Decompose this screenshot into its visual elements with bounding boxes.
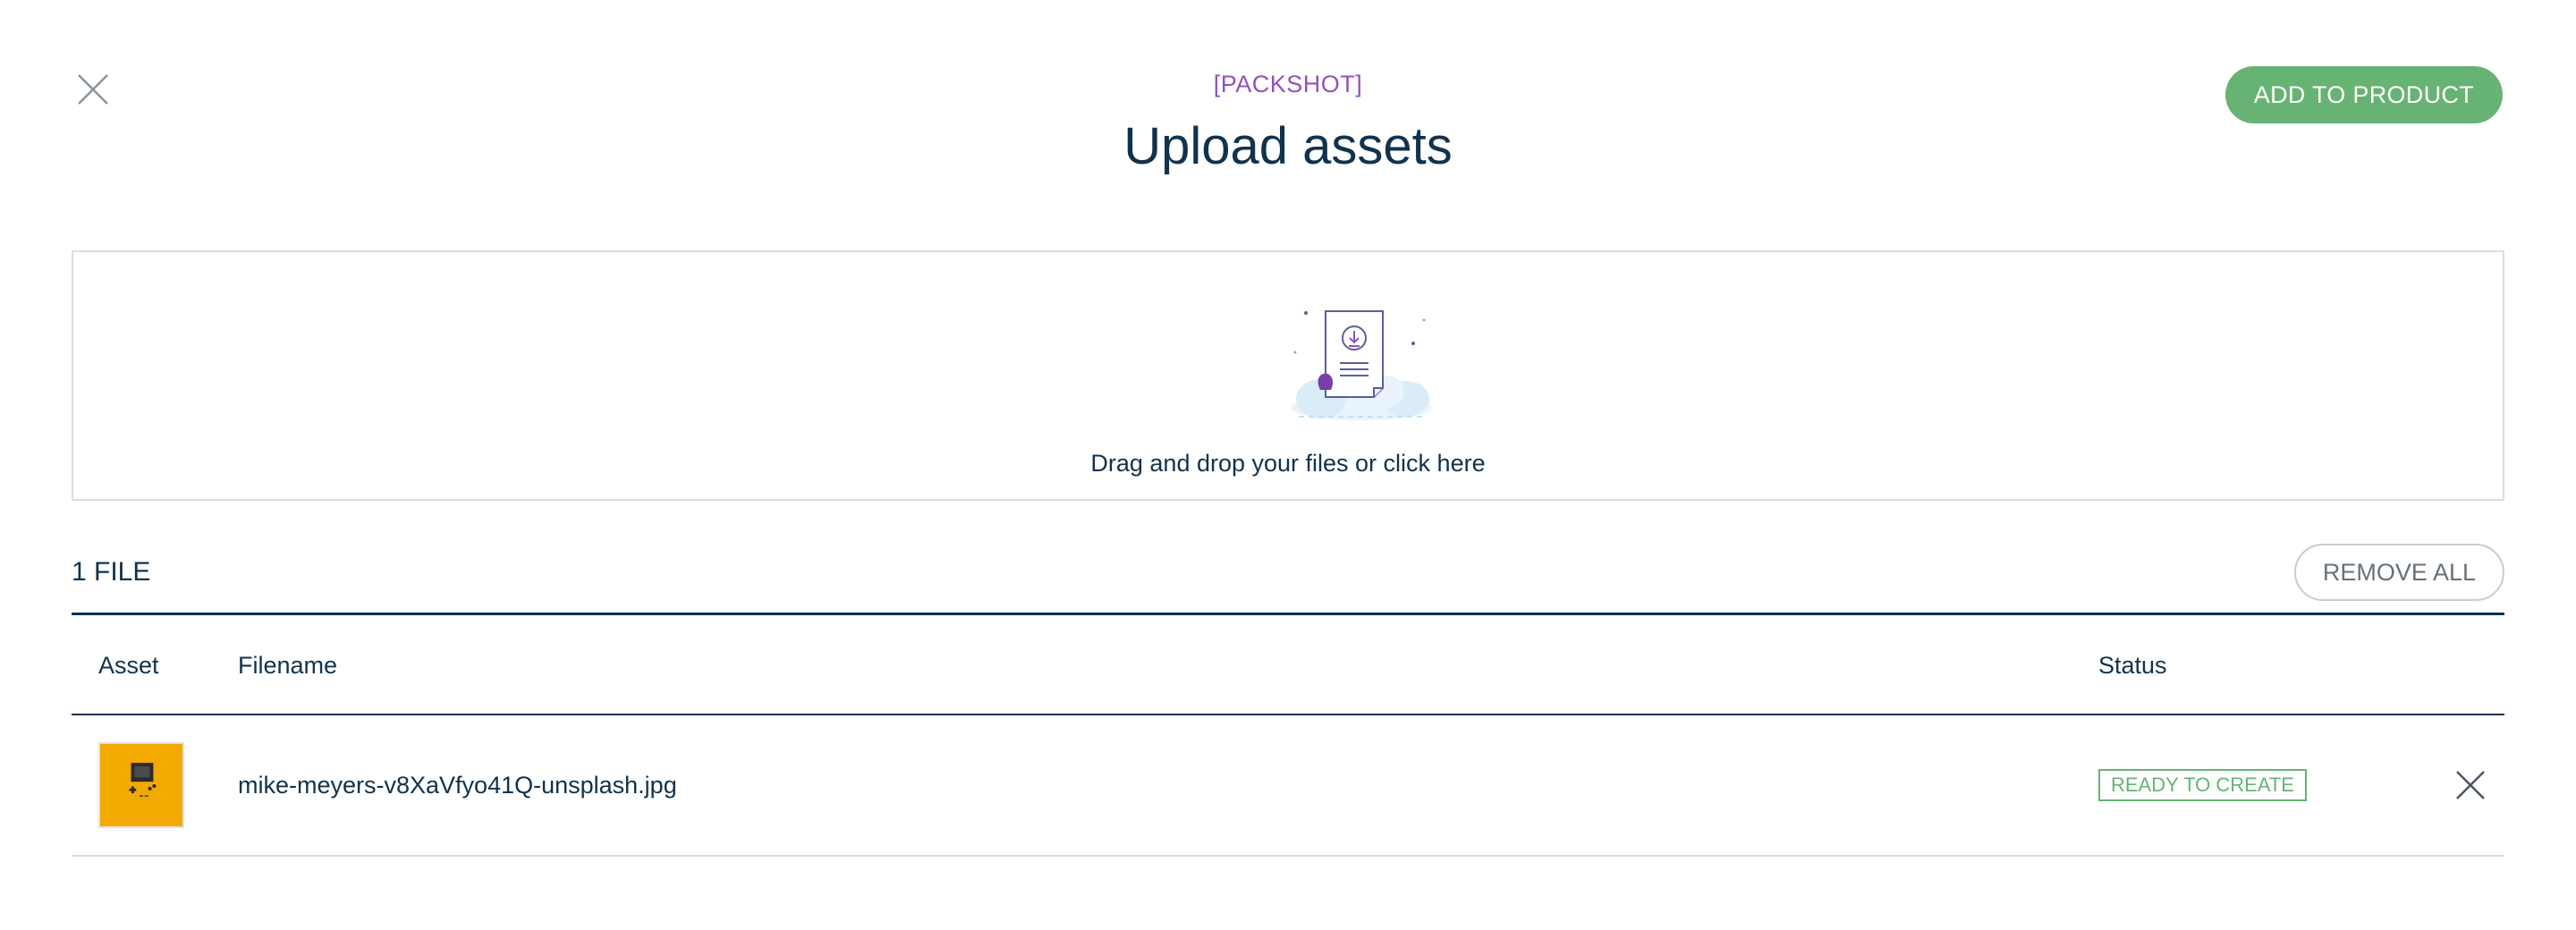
file-download-illustration-icon (1292, 310, 1431, 420)
column-header-status: Status (2098, 652, 2167, 679)
asset-thumbnail (98, 742, 184, 828)
context-label: [PACKSHOT] (1213, 71, 1363, 97)
page-title: Upload assets (1123, 117, 1453, 175)
header: [PACKSHOT] Upload assets (0, 66, 2576, 179)
column-header-filename: Filename (238, 652, 338, 679)
dropzone-instruction: Drag and drop your files or click here (1090, 450, 1486, 477)
status-badge: READY TO CREATE (2098, 769, 2307, 801)
files-table: Asset Filename Status mike-meyers-v8XaVf… (72, 615, 2504, 857)
column-header-asset: Asset (98, 652, 159, 679)
close-icon (2456, 771, 2485, 799)
files-summary-bar: 1 FILE REMOVE ALL (72, 544, 2504, 615)
table-header: Asset Filename Status (72, 615, 2504, 715)
add-to-product-button[interactable]: ADD TO PRODUCT (2224, 66, 2503, 123)
file-name: mike-meyers-v8XaVfyo41Q-unsplash.jpg (238, 772, 677, 799)
game-console-image-icon (100, 744, 182, 826)
file-count: 1 FILE (72, 557, 151, 587)
remove-all-button[interactable]: REMOVE ALL (2293, 544, 2504, 601)
remove-file-button[interactable] (2454, 769, 2487, 801)
upload-dropzone[interactable]: Drag and drop your files or click here (72, 250, 2504, 501)
table-row: mike-meyers-v8XaVfyo41Q-unsplash.jpg REA… (72, 715, 2504, 857)
